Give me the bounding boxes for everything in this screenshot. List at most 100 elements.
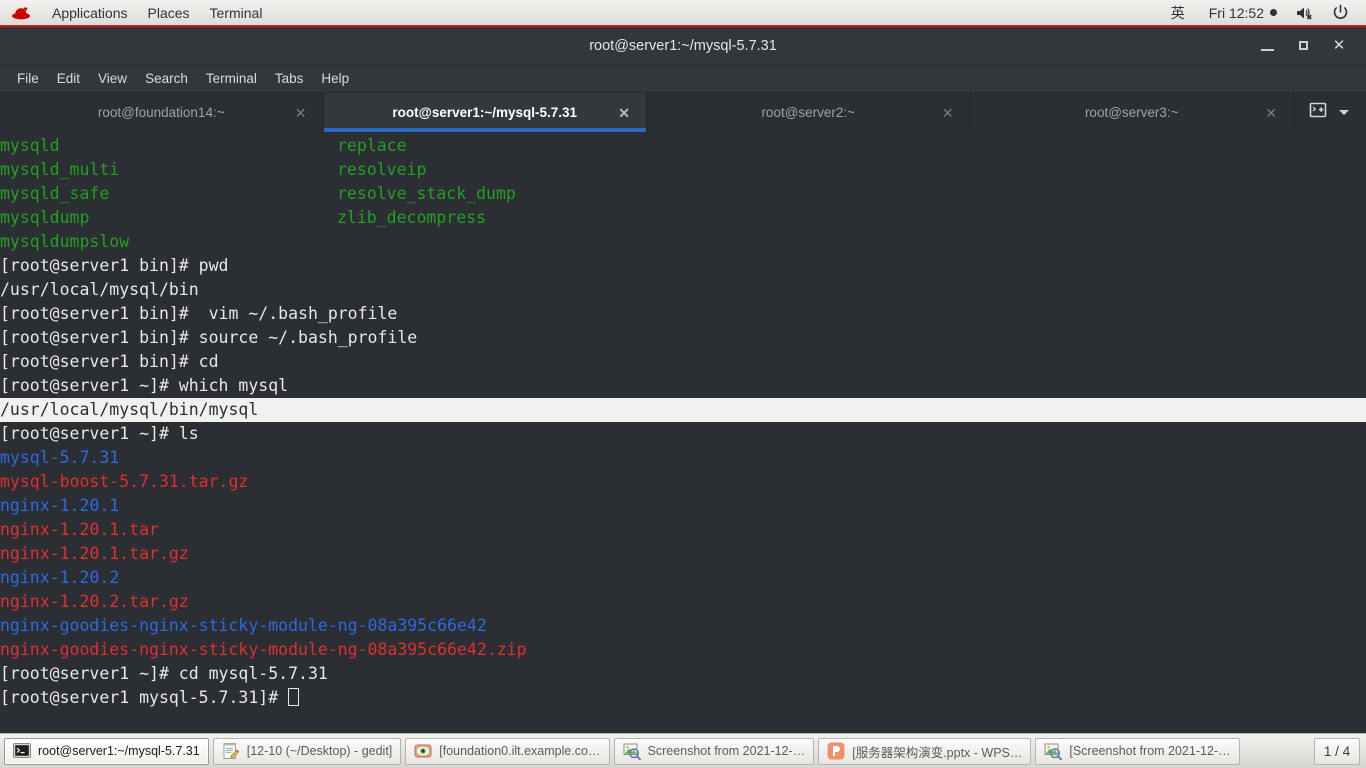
taskbar-item-screenshot-1[interactable]: Screenshot from 2021-12-… <box>613 737 815 765</box>
taskbar-item-remote-viewer[interactable]: [foundation0.ilt.example.co… <box>405 737 610 765</box>
terminal-line: nginx-goodies-nginx-sticky-module-ng-08a… <box>0 638 1366 662</box>
terminal-line: nginx-1.20.1.tar.gz <box>0 542 1366 566</box>
menu-item-label: View <box>98 71 128 86</box>
menu-item-label: Edit <box>56 71 81 86</box>
terminal-text: mysql-boost-5.7.31.tar.gz <box>0 472 249 491</box>
menu-item-label: Help <box>321 71 350 86</box>
workspace-switcher[interactable]: 1 / 4 <box>1314 737 1360 765</box>
menu-item-label: Search <box>145 71 188 86</box>
notification-dot-icon <box>1270 9 1277 16</box>
speaker-muted-icon[interactable] <box>1287 5 1323 21</box>
terminal-text: [root@server1 bin]# cd <box>0 352 219 371</box>
terminal-text: nginx-1.20.1.tar <box>0 520 159 539</box>
terminal-line: [root@server1 bin]# cd <box>0 350 1366 374</box>
taskbar-item-terminal[interactable]: root@server1:~/mysql-5.7.31 <box>4 737 209 765</box>
terminal-line: [root@server1 bin]# source ~/.bash_profi… <box>0 326 1366 350</box>
tab-server2[interactable]: root@server2:~ ✕ <box>647 93 971 132</box>
power-glyph <box>1333 4 1348 19</box>
terminal-line: [root@server1 ~]# cd mysql-5.7.31 <box>0 662 1366 686</box>
minimize-button[interactable] <box>1250 32 1284 60</box>
input-method-indicator[interactable]: 英 <box>1157 3 1199 23</box>
top-panel-menu-applications[interactable]: Applications <box>42 0 138 25</box>
top-panel-menu-terminal[interactable]: Terminal <box>200 0 273 25</box>
menu-bar: File Edit View Search Terminal Tabs Help <box>0 65 1366 93</box>
close-icon: ✕ <box>1332 37 1346 54</box>
terminal-text: mysqld_safe <box>0 184 110 203</box>
menu-item-terminal[interactable]: Terminal <box>197 65 266 92</box>
terminal-text: [root@server1 ~]# cd mysql-5.7.31 <box>0 664 328 683</box>
top-panel-right: 英 Fri 12:52 <box>1157 0 1366 25</box>
terminal-output[interactable]: mysqld replace mysqld_multi resolveip mysq… <box>0 133 1366 733</box>
gedit-icon <box>223 743 239 759</box>
terminal-window: root@server1:~/mysql-5.7.31 ✕ File Edit … <box>0 27 1366 733</box>
minimize-icon <box>1260 48 1274 51</box>
terminal-text: /usr/local/mysql/bin/mysql <box>0 400 259 419</box>
terminal-line: mysqld_safe resolve_stack_dump <box>0 182 1366 206</box>
menu-item-edit[interactable]: Edit <box>48 65 89 92</box>
tab-actions <box>1294 93 1366 132</box>
power-icon[interactable] <box>1323 4 1358 21</box>
maximize-icon <box>1298 41 1308 50</box>
terminal-line: [root@server1 ~]# ls <box>0 422 1366 446</box>
tab-label: root@server2:~ <box>761 105 856 120</box>
clock-label: Fri 12:52 <box>1208 4 1264 21</box>
terminal-text: mysql-5.7.31 <box>0 448 120 467</box>
redhat-logo-glyph <box>12 6 30 19</box>
tab-foundation14[interactable]: root@foundation14:~ ✕ <box>0 93 324 132</box>
terminal-line: mysqldumpslow <box>0 230 1366 254</box>
tab-close-icon[interactable]: ✕ <box>942 106 954 120</box>
top-panel-menu-places[interactable]: Places <box>138 0 200 25</box>
terminal-text: [root@server1 ~]# ls <box>0 424 199 443</box>
wps-presentation-icon <box>827 742 845 760</box>
clock[interactable]: Fri 12:52 <box>1199 5 1287 21</box>
maximize-button[interactable] <box>1286 32 1320 60</box>
remote-viewer-icon <box>414 744 432 758</box>
new-terminal-tab-icon[interactable] <box>1309 101 1327 124</box>
taskbar-item-label: [foundation0.ilt.example.co… <box>439 744 601 758</box>
terminal-text: nginx-1.20.1.tar.gz <box>0 544 189 563</box>
terminal-text: nginx-1.20.2.tar.gz <box>0 592 189 611</box>
terminal-line: nginx-1.20.2.tar.gz <box>0 590 1366 614</box>
taskbar-item-screenshot-2[interactable]: [Screenshot from 2021-12-… <box>1035 737 1240 765</box>
terminal-line: [root@server1 bin]# vim ~/.bash_profile <box>0 302 1366 326</box>
close-button[interactable]: ✕ <box>1322 32 1356 60</box>
new-terminal-tab-glyph <box>1309 102 1327 118</box>
tab-close-icon[interactable]: ✕ <box>1265 106 1277 120</box>
tab-server3[interactable]: root@server3:~ ✕ <box>970 93 1294 132</box>
terminal-text: [root@server1 bin]# vim ~/.bash_profile <box>0 304 398 323</box>
top-panel-menu-label: Applications <box>52 4 128 21</box>
terminal-line-selected: /usr/local/mysql/bin/mysql <box>0 398 1366 422</box>
terminal-line: mysqld replace <box>0 134 1366 158</box>
terminal-text: [root@server1 bin]# source ~/.bash_profi… <box>0 328 418 347</box>
tab-close-icon[interactable]: ✕ <box>618 106 630 120</box>
menu-item-tabs[interactable]: Tabs <box>266 65 313 92</box>
tab-server1[interactable]: root@server1:~/mysql-5.7.31 ✕ <box>323 93 647 132</box>
terminal-prompt-line: [root@server1 mysql-5.7.31]# <box>0 686 1366 710</box>
menu-item-search[interactable]: Search <box>136 65 197 92</box>
terminal-line: [root@server1 bin]# pwd <box>0 254 1366 278</box>
menu-item-label: File <box>17 71 39 86</box>
chevron-down-icon[interactable] <box>1337 104 1351 122</box>
top-panel-menu-label: Terminal <box>209 4 263 21</box>
menu-item-view[interactable]: View <box>89 65 136 92</box>
terminal-text: mysqld_multi <box>0 160 120 179</box>
taskbar-item-gedit[interactable]: [12-10 (~/Desktop) - gedit] <box>212 737 402 765</box>
taskbar-item-label: [Screenshot from 2021-12-… <box>1069 744 1231 758</box>
window-title-bar[interactable]: root@server1:~/mysql-5.7.31 ✕ <box>0 27 1366 65</box>
terminal-line: [root@server1 ~]# which mysql <box>0 374 1366 398</box>
taskbar-item-label: root@server1:~/mysql-5.7.31 <box>38 744 200 758</box>
terminal-text: nginx-1.20.2 <box>0 568 120 587</box>
terminal-line: mysqldump zlib_decompress <box>0 206 1366 230</box>
gnome-top-panel: Applications Places Terminal 英 Fri 12:52 <box>0 0 1366 27</box>
terminal-cursor <box>288 688 300 706</box>
terminal-line: nginx-1.20.2 <box>0 566 1366 590</box>
menu-item-label: Terminal <box>205 71 257 86</box>
menu-item-help[interactable]: Help <box>312 65 358 92</box>
terminal-line: nginx-1.20.1 <box>0 494 1366 518</box>
terminal-text: nginx-1.20.1 <box>0 496 120 515</box>
taskbar-item-wps-presentation[interactable]: [服务器架构演变.pptx - WPS… <box>818 737 1032 765</box>
terminal-line: /usr/local/mysql/bin <box>0 278 1366 302</box>
tab-close-icon[interactable]: ✕ <box>295 106 307 120</box>
menu-item-file[interactable]: File <box>8 65 48 92</box>
terminal-text: mysqldumpslow <box>0 232 130 251</box>
